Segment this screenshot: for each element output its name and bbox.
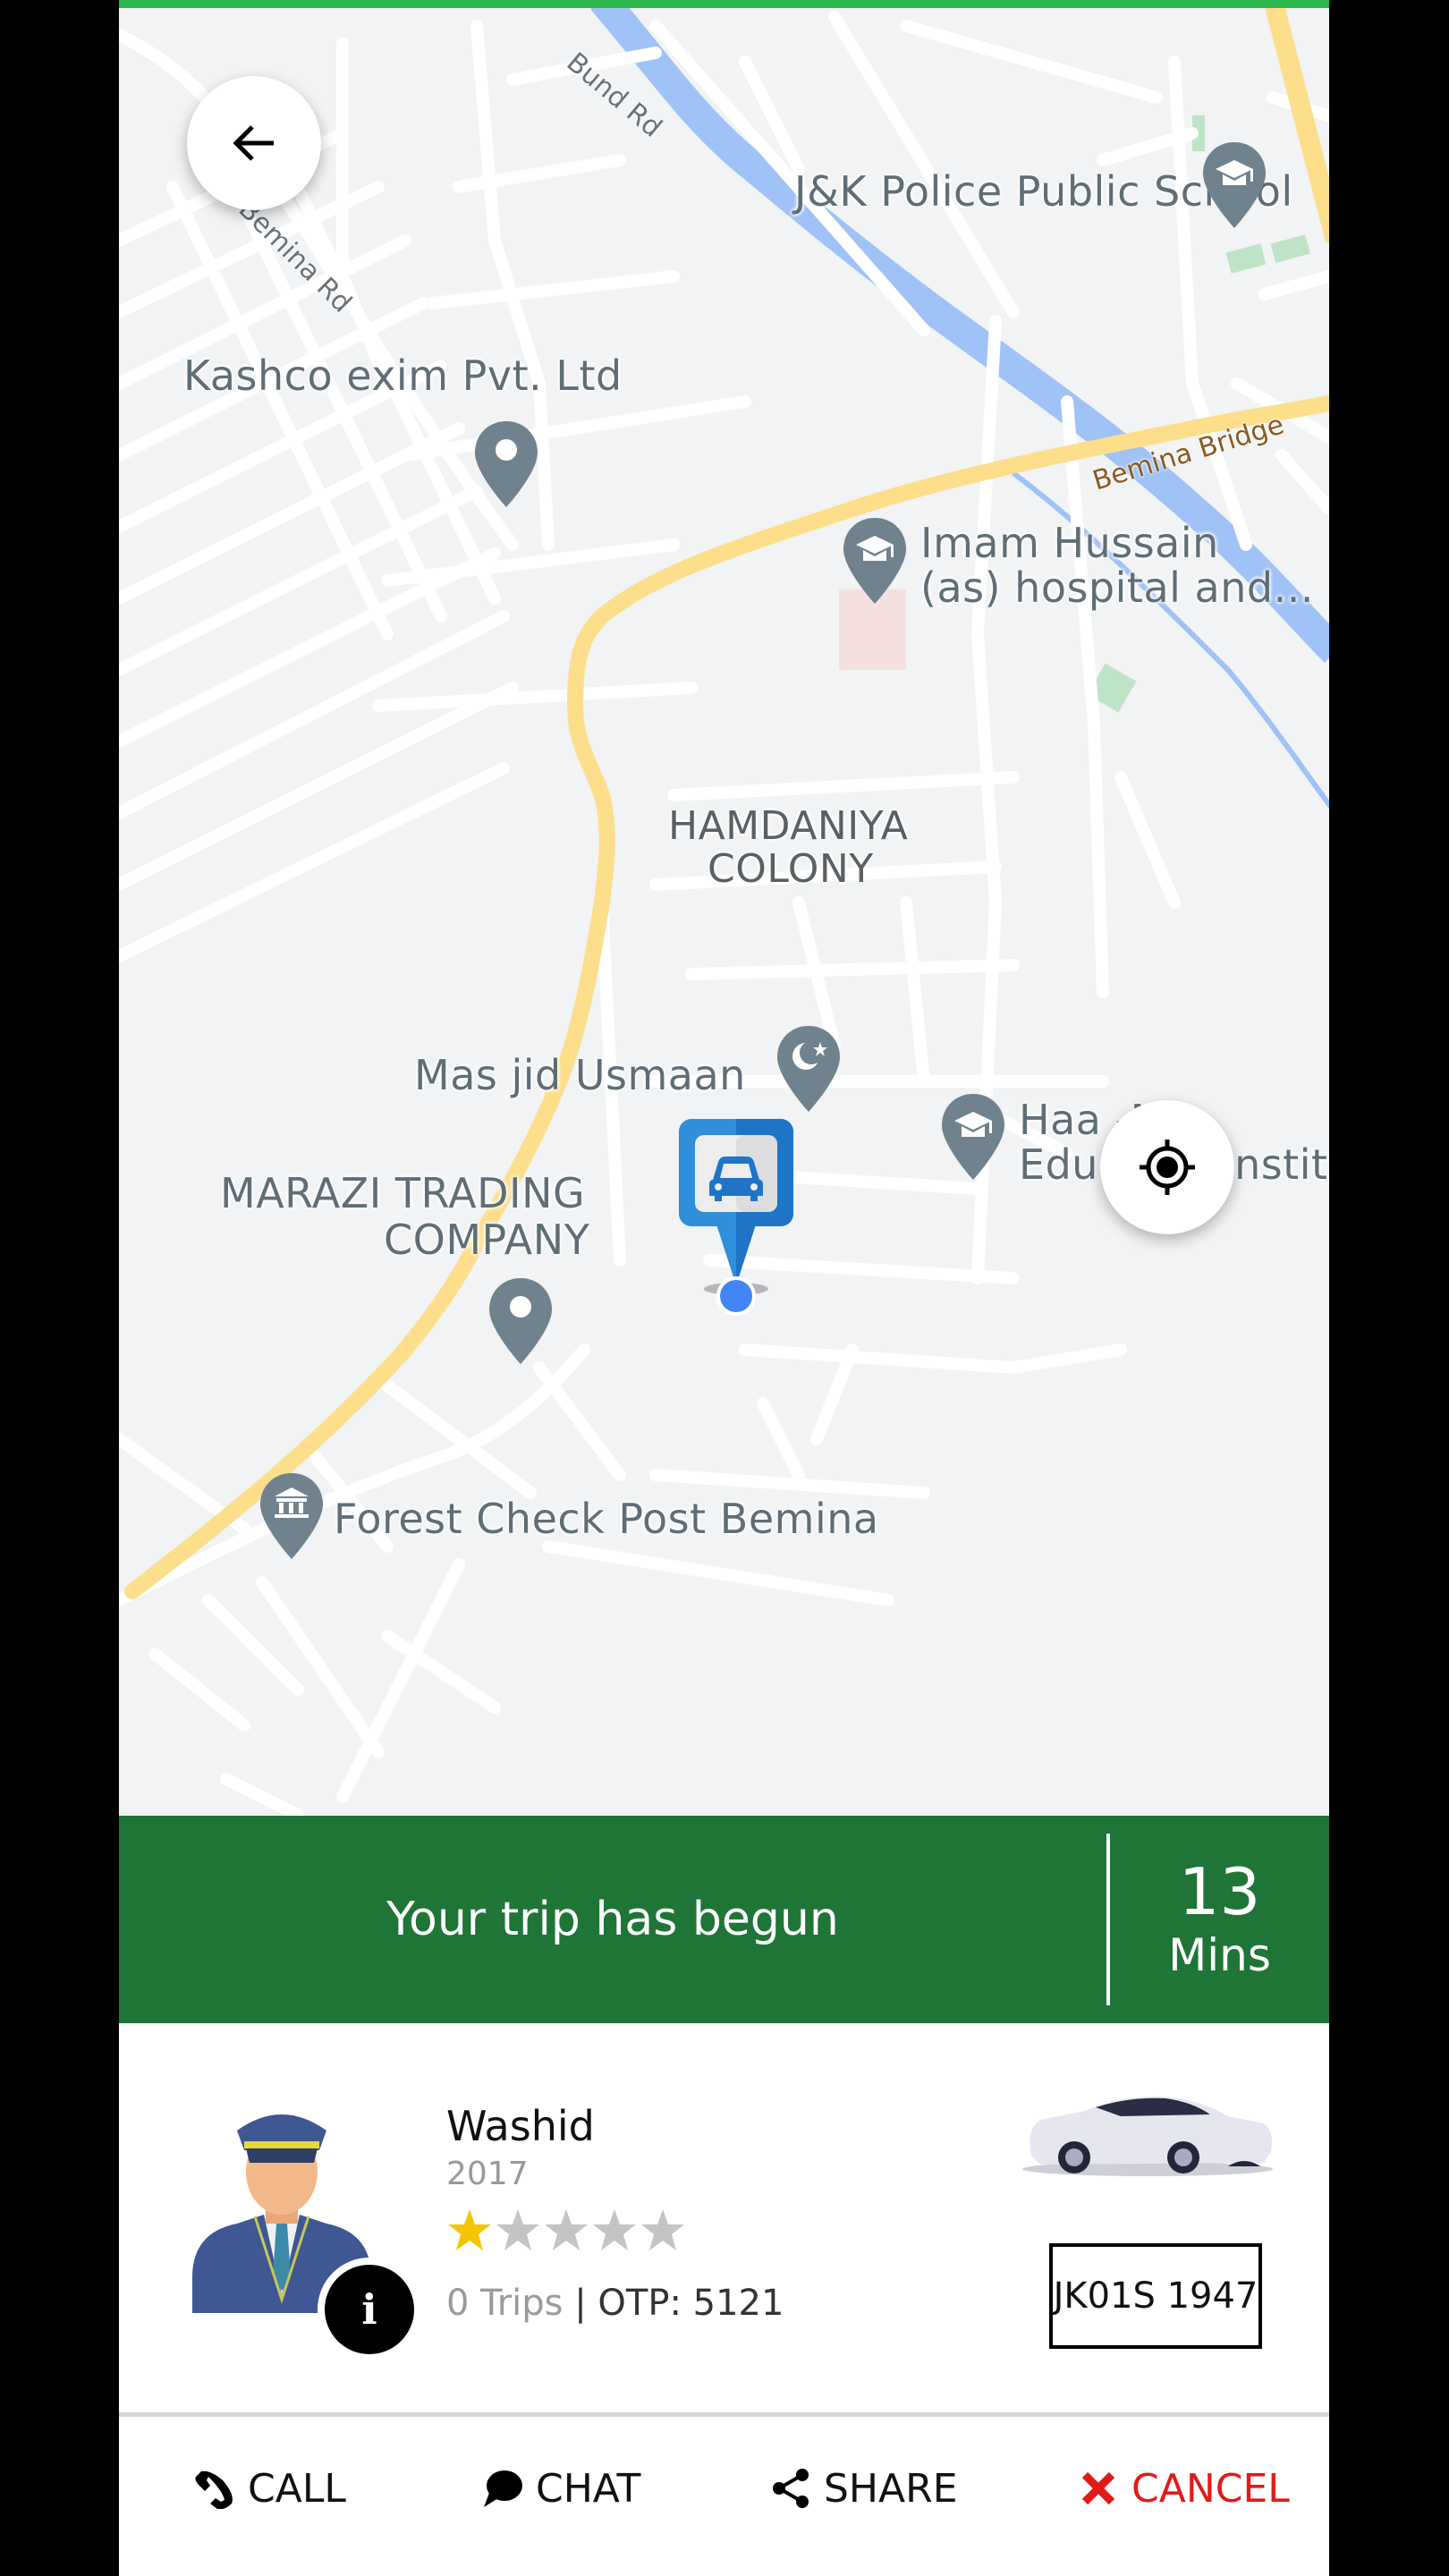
trip-count: 0 Trips: [446, 2283, 564, 2324]
school-pin-icon[interactable]: [1201, 140, 1267, 230]
area-label-hamdaniya-line2: COLONY: [708, 846, 874, 892]
area-label-hamdaniya-line1: HAMDANIYA: [668, 803, 909, 849]
back-button[interactable]: [187, 76, 321, 210]
poi-label-masjid-usmaan[interactable]: Mas jid Usmaan: [414, 1053, 746, 1097]
call-label: CALL: [248, 2465, 346, 2512]
license-plate: JK01S 1947: [1049, 2243, 1262, 2349]
chat-bubble-icon: [484, 2470, 522, 2507]
crosshair-icon: [1140, 1140, 1195, 1195]
mosque-pin-icon[interactable]: [775, 1024, 842, 1114]
chat-label: CHAT: [536, 2465, 641, 2512]
star-empty-icon: [641, 2209, 684, 2250]
place-pin-icon[interactable]: [487, 1276, 554, 1366]
driver-name: Washid: [446, 2102, 595, 2150]
star-empty-icon: [545, 2209, 588, 2250]
hospital-school-pin-icon[interactable]: [842, 516, 908, 606]
driver-card: i Washid 2017 0 Trips | OTP: 5121 JK01S …: [119, 2023, 1329, 2415]
place-pin-icon[interactable]: [473, 419, 539, 509]
poi-label-imam-hussain-line2[interactable]: (as) hospital and...: [920, 565, 1314, 610]
trip-status-message: Your trip has begun: [386, 1893, 839, 1946]
vehicle-image: [1022, 2096, 1273, 2176]
share-button[interactable]: SHARE: [770, 2417, 958, 2560]
chat-button[interactable]: CHAT: [482, 2417, 640, 2560]
call-button[interactable]: CALL: [194, 2417, 346, 2560]
cancel-button[interactable]: CANCEL: [1078, 2417, 1290, 2560]
eta-value: 13: [1178, 1854, 1261, 1929]
driver-stats: 0 Trips | OTP: 5121: [446, 2283, 784, 2324]
app-screen: Bund Rd Bemina Rd Bemina Bridge J&K Poli…: [119, 0, 1329, 2576]
cancel-label: CANCEL: [1131, 2465, 1290, 2512]
status-accent-bar: [119, 0, 1329, 8]
poi-label-kashco[interactable]: Kashco exim Pvt. Ltd: [183, 353, 623, 398]
action-bar: CALL CHAT SHARE CANCEL: [119, 2417, 1329, 2576]
info-icon: i: [361, 2285, 377, 2334]
otp-code: OTP: 5121: [597, 2283, 784, 2324]
poi-label-imam-hussain-line1[interactable]: Imam Hussain: [920, 521, 1219, 565]
poi-label-forest-check-post[interactable]: Forest Check Post Bemina: [334, 1496, 879, 1541]
eta-display: 13 Mins: [1110, 1816, 1329, 2023]
arrow-left-icon: [233, 125, 274, 161]
star-empty-icon: [496, 2209, 539, 2250]
government-building-pin-icon[interactable]: [258, 1471, 325, 1561]
driver-year: 2017: [446, 2156, 529, 2192]
driver-rating: [446, 2207, 686, 2254]
current-location-dot-icon: [704, 1276, 768, 1316]
eta-unit: Mins: [1168, 1929, 1271, 1981]
star-filled-icon: [448, 2209, 491, 2250]
driver-info-button[interactable]: i: [318, 2258, 421, 2361]
star-empty-icon: [593, 2209, 636, 2250]
stats-separator: |: [563, 2283, 598, 2324]
share-label: SHARE: [824, 2465, 958, 2512]
map-view[interactable]: Bund Rd Bemina Rd Bemina Bridge J&K Poli…: [119, 8, 1329, 1816]
trip-status-banner: Your trip has begun 13 Mins: [119, 1816, 1329, 2023]
phone-icon: [195, 2470, 233, 2509]
close-x-icon: [1081, 2471, 1115, 2505]
poi-label-marazi-line1[interactable]: MARAZI TRADING: [220, 1171, 585, 1216]
education-pin-icon[interactable]: [940, 1092, 1006, 1182]
share-icon: [773, 2469, 809, 2508]
poi-label-marazi-line2[interactable]: COMPANY: [384, 1217, 589, 1262]
my-location-button[interactable]: [1100, 1100, 1234, 1234]
poi-label-haa-line3[interactable]: Instit: [1222, 1142, 1328, 1187]
